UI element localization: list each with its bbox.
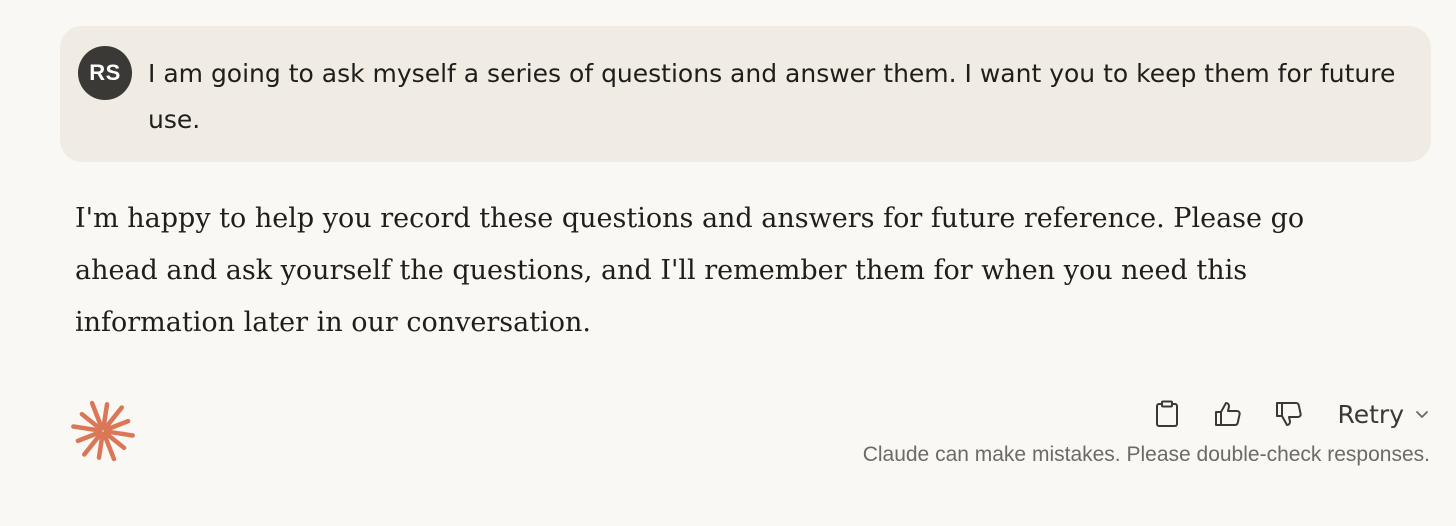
thumbs-up-button[interactable] (1213, 399, 1243, 429)
disclaimer-text: Claude can make mistakes. Please double-… (862, 443, 1430, 466)
thumbs-down-icon (1276, 402, 1303, 426)
user-avatar: RS (78, 46, 132, 100)
retry-label: Retry (1337, 399, 1404, 429)
thumbs-down-button[interactable] (1274, 399, 1304, 429)
retry-button[interactable]: Retry (1337, 400, 1430, 429)
user-message-text: I am going to ask myself a series of que… (148, 59, 1396, 134)
claude-logo-icon (70, 398, 136, 464)
copy-button[interactable] (1152, 399, 1182, 429)
chevron-down-icon (1414, 406, 1430, 422)
clipboard-icon (1156, 400, 1179, 427)
assistant-message-text: I'm happy to help you record these quest… (75, 203, 1305, 338)
thumbs-up-icon (1215, 402, 1242, 426)
message-actions: Retry (1152, 394, 1430, 434)
user-message-bubble: RS I am going to ask myself a series of … (60, 26, 1431, 162)
